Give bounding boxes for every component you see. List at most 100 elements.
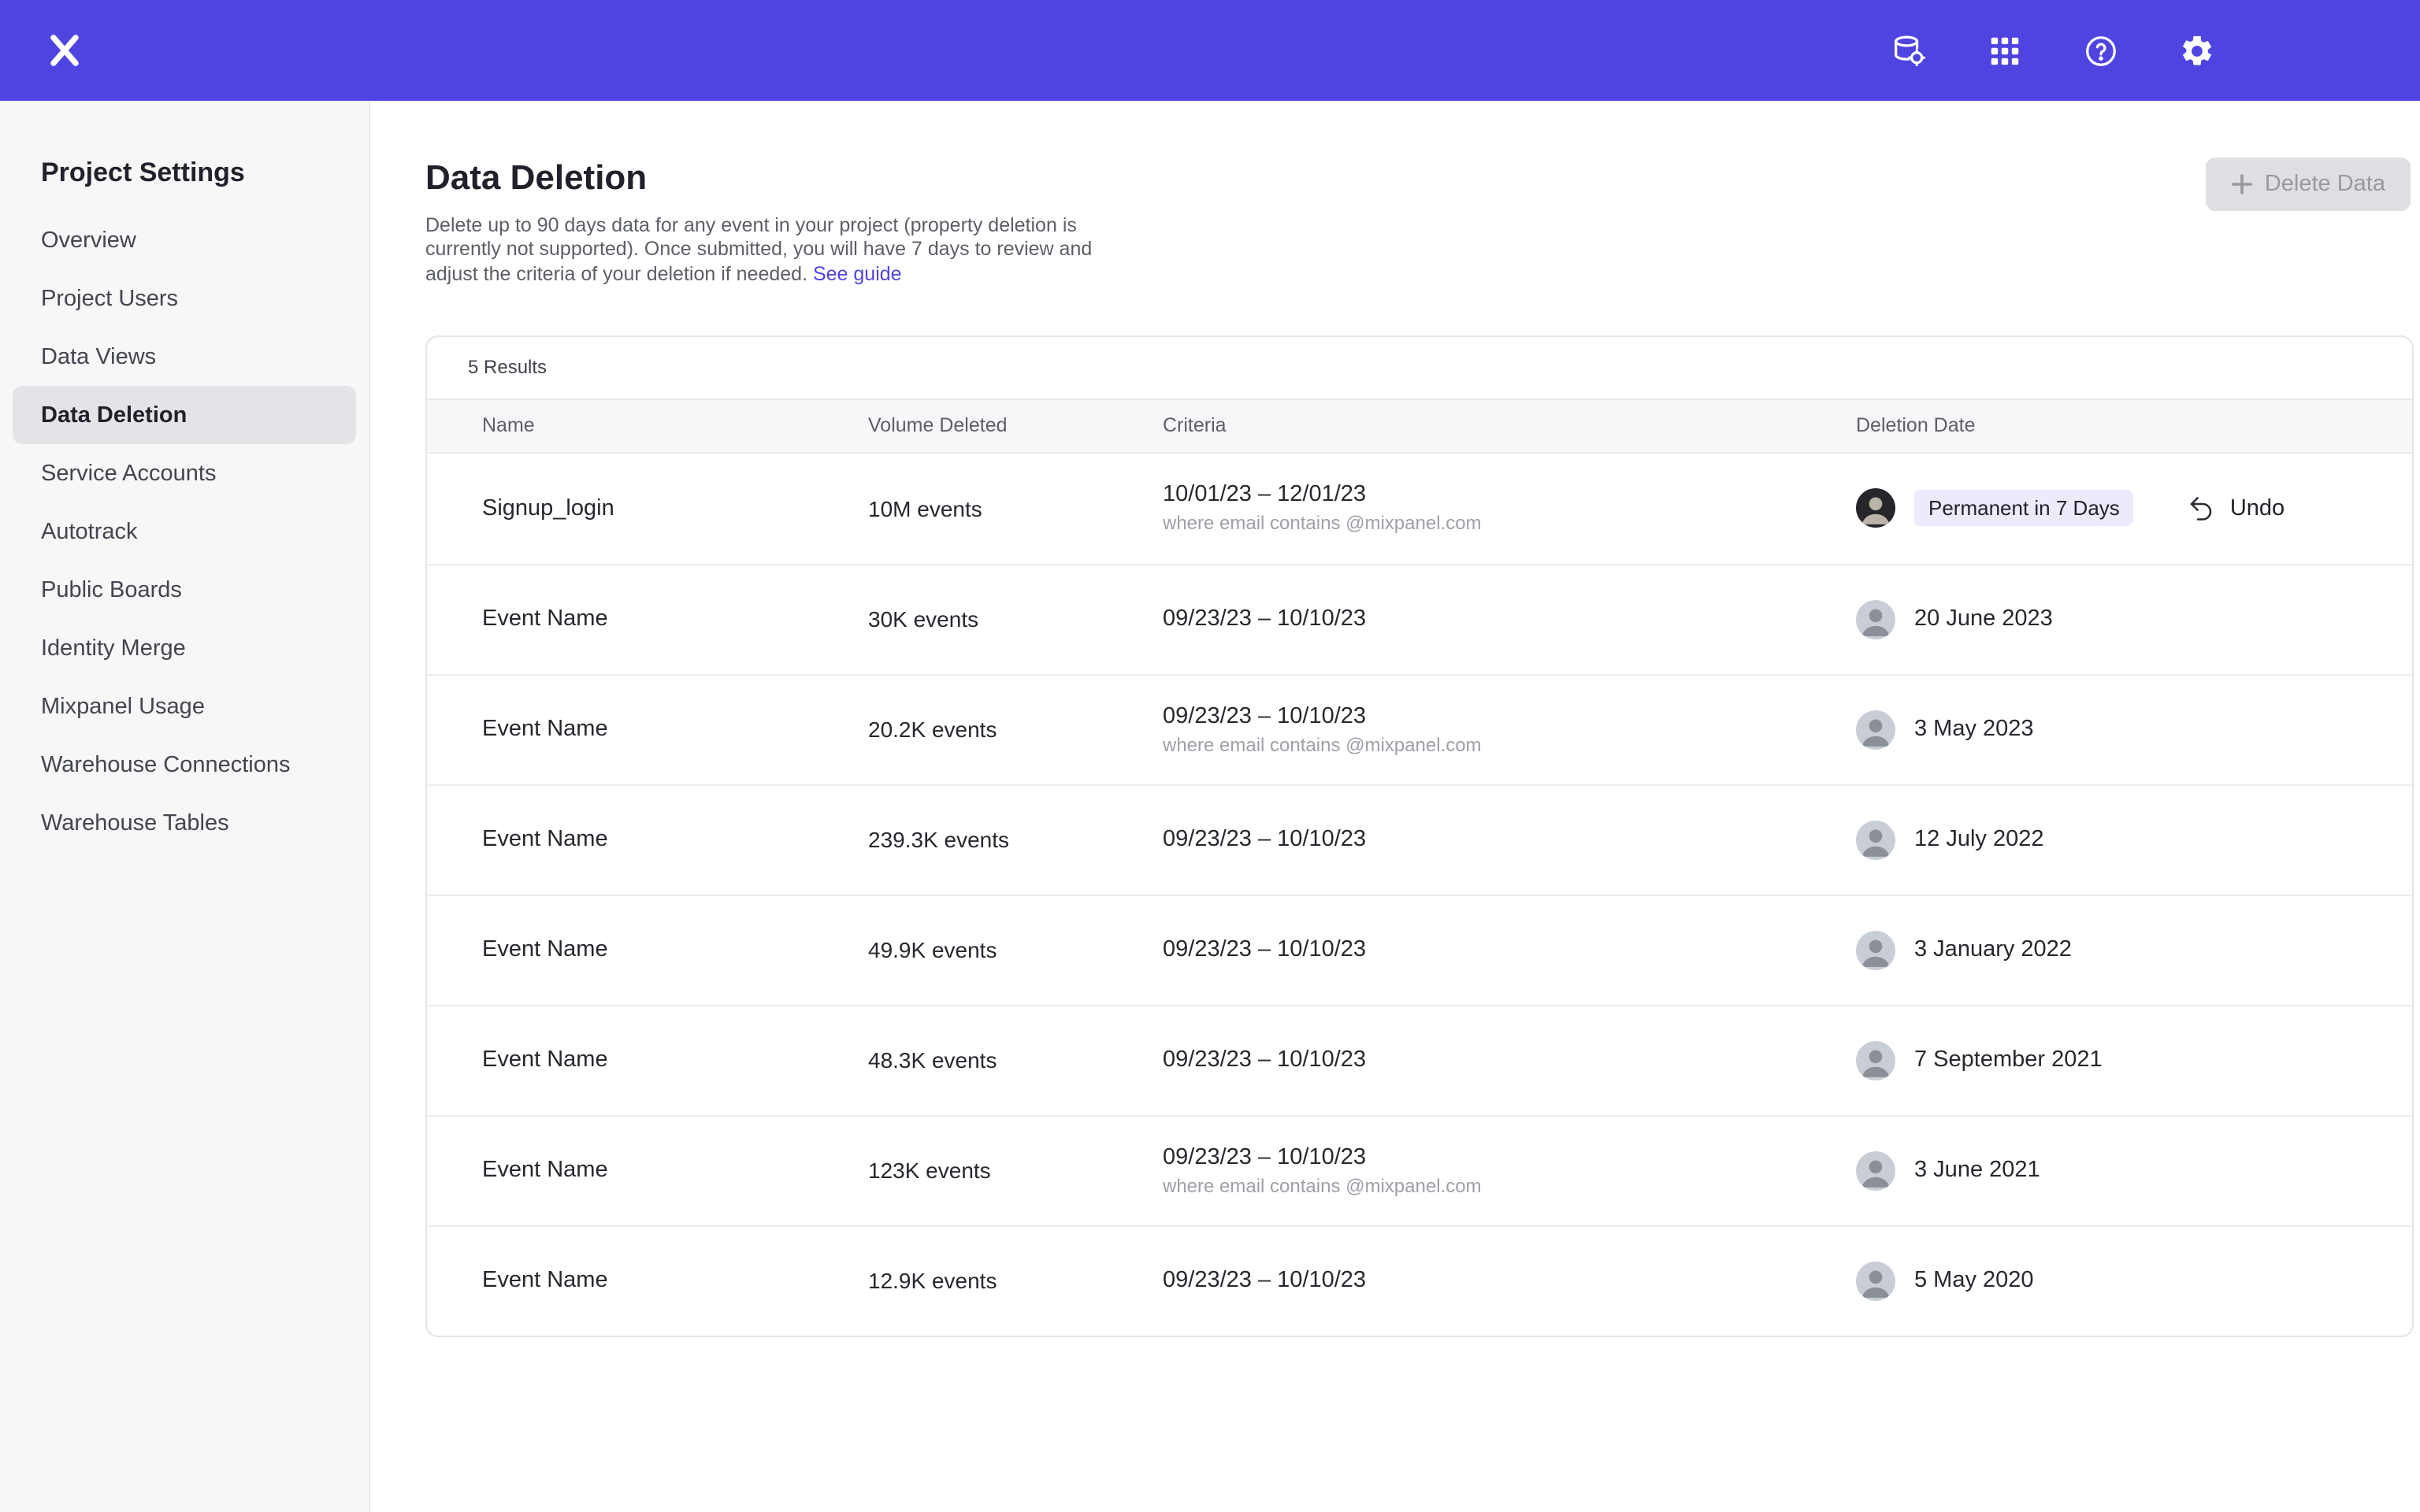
criteria-range: 10/01/23 – 12/01/23 — [1163, 483, 1856, 508]
row-name: Event Name — [482, 938, 868, 963]
row-criteria: 09/23/23 – 10/10/23 — [1163, 1269, 1856, 1294]
table-header-row: Name Volume Deleted Criteria Deletion Da… — [427, 398, 2412, 454]
sidebar-item-autotrack[interactable]: Autotrack — [13, 502, 356, 561]
criteria-range: 09/23/23 – 10/10/23 — [1163, 704, 1856, 729]
apps-grid-icon[interactable] — [1987, 32, 2023, 69]
row-volume: 239.3K events — [868, 828, 1163, 853]
column-header-name: Name — [482, 415, 868, 437]
table-row: Event Name 49.9K events 09/23/23 – 10/10… — [427, 895, 2412, 1005]
sidebar-item-project-users[interactable]: Project Users — [13, 269, 356, 328]
row-deletion-date: 20 June 2023 — [1856, 600, 2381, 639]
criteria-range: 09/23/23 – 10/10/23 — [1163, 938, 1856, 963]
sidebar-item-data-deletion[interactable]: Data Deletion — [13, 386, 356, 444]
user-avatar — [1856, 710, 1895, 750]
row-volume: 12.9K events — [868, 1269, 1163, 1294]
row-volume: 30K events — [868, 607, 1163, 632]
row-name: Event Name — [482, 1269, 868, 1294]
row-deletion-date: 3 January 2022 — [1856, 931, 2381, 970]
topbar-icons — [1891, 32, 2215, 69]
table-row: Event Name 48.3K events 09/23/23 – 10/10… — [427, 1005, 2412, 1115]
row-criteria: 09/23/23 – 10/10/23 — [1163, 938, 1856, 963]
settings-sidebar: Project Settings Overview Project Users … — [0, 101, 370, 1512]
user-avatar — [1856, 489, 1895, 528]
criteria-range: 09/23/23 – 10/10/23 — [1163, 1048, 1856, 1073]
row-criteria: 09/23/23 – 10/10/23 where email contains… — [1163, 1145, 1856, 1197]
criteria-filter: where email contains @mixpanel.com — [1163, 734, 1856, 756]
row-deletion-date: 7 September 2021 — [1856, 1041, 2381, 1080]
row-name: Event Name — [482, 1048, 868, 1073]
table-row: Event Name 30K events 09/23/23 – 10/10/2… — [427, 564, 2412, 674]
deletion-date: 7 September 2021 — [1914, 1048, 2103, 1073]
top-navigation-bar — [0, 0, 2420, 101]
column-header-criteria: Criteria — [1163, 415, 1856, 437]
sidebar-item-public-boards[interactable]: Public Boards — [13, 561, 356, 619]
deletion-date: 5 May 2020 — [1914, 1269, 2034, 1294]
settings-icon[interactable] — [2179, 32, 2215, 69]
row-volume: 49.9K events — [868, 938, 1163, 963]
sidebar-item-service-accounts[interactable]: Service Accounts — [13, 444, 356, 502]
app-window: Project Settings Overview Project Users … — [0, 0, 2420, 1512]
row-name: Event Name — [482, 717, 868, 743]
row-criteria: 09/23/23 – 10/10/23 — [1163, 607, 1856, 632]
sidebar-item-identity-merge[interactable]: Identity Merge — [13, 619, 356, 677]
row-name: Signup_login — [482, 496, 868, 521]
row-criteria: 09/23/23 – 10/10/23 where email contains… — [1163, 704, 1856, 756]
criteria-filter: where email contains @mixpanel.com — [1163, 1175, 1856, 1197]
criteria-range: 09/23/23 – 10/10/23 — [1163, 607, 1856, 632]
results-count: 5 Results — [427, 337, 2412, 398]
sidebar-item-data-views[interactable]: Data Views — [13, 328, 356, 386]
table-row: Event Name 239.3K events 09/23/23 – 10/1… — [427, 784, 2412, 895]
user-avatar — [1856, 931, 1895, 970]
mixpanel-logo-icon[interactable] — [44, 30, 85, 71]
column-header-volume: Volume Deleted — [868, 415, 1163, 437]
page-description: Delete up to 90 days data for any event … — [425, 214, 1125, 287]
deletion-date: 3 June 2021 — [1914, 1158, 2040, 1184]
row-name: Event Name — [482, 828, 868, 853]
user-avatar — [1856, 1151, 1895, 1191]
criteria-range: 09/23/23 – 10/10/23 — [1163, 1145, 1856, 1170]
table-row: Signup_login 10M events 10/01/23 – 12/01… — [427, 454, 2412, 564]
deletion-date: 3 May 2023 — [1914, 717, 2034, 743]
sidebar-title: Project Settings — [0, 158, 369, 189]
sidebar-item-mixpanel-usage[interactable]: Mixpanel Usage — [13, 677, 356, 736]
row-name: Event Name — [482, 607, 868, 632]
user-avatar — [1856, 1262, 1895, 1301]
sidebar-item-warehouse-connections[interactable]: Warehouse Connections — [13, 736, 356, 794]
plus-icon — [2232, 173, 2254, 195]
help-icon[interactable] — [2083, 32, 2119, 69]
criteria-range: 09/23/23 – 10/10/23 — [1163, 1269, 1856, 1294]
user-avatar — [1856, 1041, 1895, 1080]
page-title: Data Deletion — [425, 158, 2414, 198]
column-header-deletion-date: Deletion Date — [1856, 415, 2381, 437]
row-volume: 20.2K events — [868, 717, 1163, 743]
row-deletion-date: 12 July 2022 — [1856, 821, 2381, 860]
deletion-date: 12 July 2022 — [1914, 828, 2043, 853]
table-row: Event Name 123K events 09/23/23 – 10/10/… — [427, 1115, 2412, 1225]
deletion-requests-card: 5 Results Name Volume Deleted Criteria D… — [425, 335, 2414, 1337]
main-content: Data Deletion Delete up to 90 days data … — [370, 101, 2420, 1512]
table-row: Event Name 12.9K events 09/23/23 – 10/10… — [427, 1225, 2412, 1336]
row-deletion-date: 5 May 2020 — [1856, 1262, 2381, 1301]
row-volume: 123K events — [868, 1158, 1163, 1184]
criteria-filter: where email contains @mixpanel.com — [1163, 513, 1856, 535]
row-deletion-date: 3 May 2023 — [1856, 710, 2381, 750]
row-volume: 10M events — [868, 496, 1163, 521]
undo-icon — [2188, 495, 2216, 523]
user-avatar — [1856, 600, 1895, 639]
deletion-date: 20 June 2023 — [1914, 607, 2053, 632]
user-avatar — [1856, 821, 1895, 860]
criteria-range: 09/23/23 – 10/10/23 — [1163, 828, 1856, 853]
row-volume: 48.3K events — [868, 1048, 1163, 1073]
row-criteria: 10/01/23 – 12/01/23 where email contains… — [1163, 483, 1856, 535]
row-criteria: 09/23/23 – 10/10/23 — [1163, 1048, 1856, 1073]
row-deletion-date: 3 June 2021 — [1856, 1151, 2381, 1191]
sidebar-item-overview[interactable]: Overview — [13, 211, 356, 269]
sidebar-item-warehouse-tables[interactable]: Warehouse Tables — [13, 794, 356, 852]
row-criteria: 09/23/23 – 10/10/23 — [1163, 828, 1856, 853]
permanent-status-badge: Permanent in 7 Days — [1914, 491, 2134, 527]
see-guide-link[interactable]: See guide — [813, 262, 902, 284]
data-management-icon[interactable] — [1891, 32, 1927, 69]
row-name: Event Name — [482, 1158, 868, 1184]
undo-button[interactable]: Undo — [2188, 495, 2285, 523]
delete-data-button[interactable]: Delete Data — [2207, 158, 2411, 211]
